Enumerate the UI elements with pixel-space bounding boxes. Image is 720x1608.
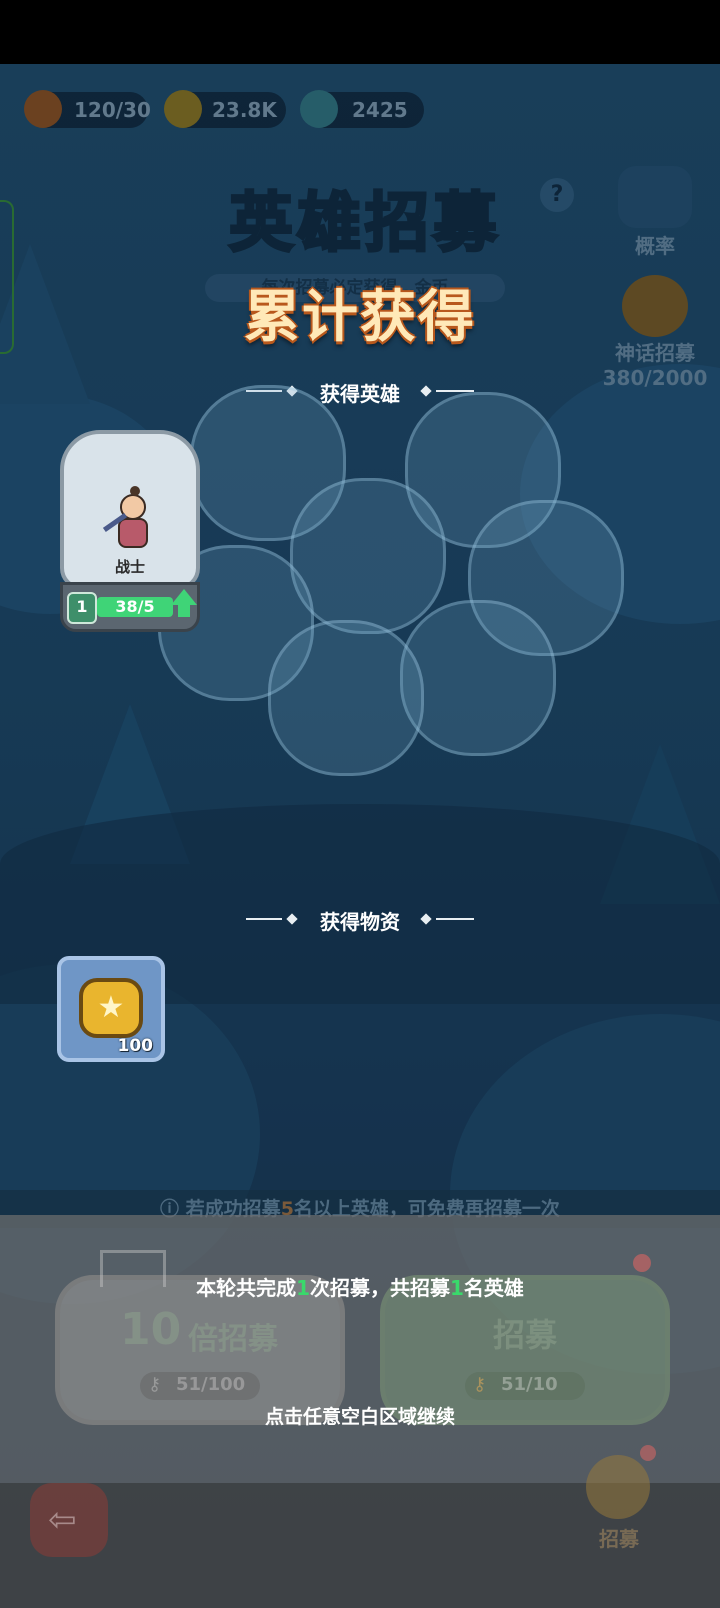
back-button[interactable]: ⇦ — [30, 1483, 108, 1557]
divider-diamond — [420, 385, 432, 397]
status-bar — [0, 0, 720, 64]
notification-dot — [633, 1254, 651, 1272]
single-cost-value: 51/10 — [501, 1374, 558, 1395]
hero-card[interactable]: 战士 1 38/5 — [60, 430, 200, 635]
gold-coin-icon: ★ — [79, 978, 143, 1038]
nav-recruit-tab[interactable]: 招募 — [572, 1445, 666, 1575]
crystal-orb — [400, 600, 556, 756]
ten-times-cost: ⚷ 51/100 — [140, 1372, 260, 1400]
hero-portrait-frame: 战士 — [60, 430, 200, 590]
summary-recruit-count: 1 — [296, 1276, 310, 1300]
hero-shard-bar: 1 38/5 — [60, 582, 200, 632]
back-arrow-icon: ⇦ — [48, 1500, 77, 1540]
upgrade-arrow-stem — [178, 605, 190, 617]
nav-recruit-label: 招募 — [599, 1527, 639, 1551]
items-section-title: 获得物资 — [320, 910, 400, 934]
summary-part2: 次招募，共招募 — [310, 1276, 450, 1300]
summary-part1: 本轮共完成 — [196, 1276, 297, 1300]
ten-times-number: 10 — [120, 1304, 182, 1355]
notification-dot — [640, 1445, 656, 1461]
hero-level-badge: 1 — [67, 592, 97, 624]
item-count: 100 — [117, 1036, 154, 1056]
item-slot[interactable]: ★ 100 — [57, 956, 165, 1062]
star-icon: ★ — [97, 990, 125, 1025]
hero-shards: 38/5 — [115, 597, 155, 616]
summary-hero-count: 1 — [450, 1276, 464, 1300]
divider-diamond — [420, 913, 432, 925]
crystal-orb — [268, 620, 424, 776]
ten-times-cost-value: 51/100 — [176, 1374, 246, 1395]
summary-part3: 名英雄 — [463, 1276, 524, 1300]
avatar-hair-bun — [130, 486, 140, 496]
continue-hint[interactable]: 点击任意空白区域继续 — [0, 1402, 720, 1429]
avatar-body — [118, 518, 148, 548]
warrior-avatar — [102, 486, 150, 552]
single-recruit-cost: ⚷ 51/10 — [465, 1372, 585, 1400]
hero-name: 战士 — [114, 558, 145, 576]
overlay-title: 累计获得 — [244, 285, 476, 350]
ten-times-label: 倍招募 — [188, 1322, 278, 1357]
items-section-header: 获得物资 — [246, 906, 474, 934]
divider-diamond — [286, 913, 298, 925]
bottom-nav: ⇦ 招募 — [0, 1445, 720, 1608]
key-icon: ⚷ — [473, 1374, 487, 1395]
recruit-summary: 本轮共完成1次招募，共招募1名英雄 — [0, 1272, 720, 1301]
shard-progress-track: 38/5 — [97, 597, 173, 617]
recruit-avatar-icon — [586, 1455, 650, 1519]
single-recruit-label: 招募 — [492, 1316, 557, 1354]
divider — [246, 918, 282, 920]
key-icon: ⚷ — [148, 1374, 162, 1395]
upgrade-arrow-icon — [171, 589, 197, 605]
recruit-panel: 10 倍招募 ⚷ 51/100 招募 ⚷ 51/10 — [0, 1215, 720, 1483]
divider — [436, 918, 474, 920]
